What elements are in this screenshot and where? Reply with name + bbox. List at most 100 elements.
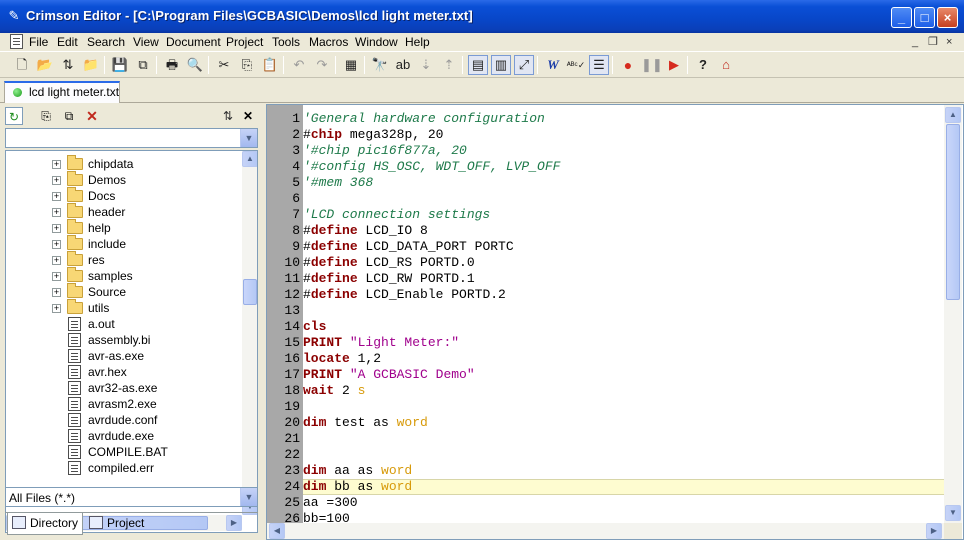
- menu-project[interactable]: Project: [226, 34, 263, 50]
- minimize-button[interactable]: _: [891, 7, 912, 28]
- word-wrap-icon[interactable]: ▥: [491, 55, 511, 75]
- code-line[interactable]: PRINT "Light Meter:": [303, 335, 944, 351]
- code-line[interactable]: #define LCD_RS PORTD.0: [303, 255, 944, 271]
- tree-folder-item[interactable]: + Demos: [6, 171, 240, 188]
- refresh-icon[interactable]: ↻: [5, 107, 23, 125]
- code-line[interactable]: aa =300: [303, 495, 944, 511]
- tree-file-item[interactable]: COMPILE.BAT: [6, 444, 240, 460]
- close-button[interactable]: ×: [937, 7, 958, 28]
- tree-vertical-scrollbar[interactable]: ▲ ▼: [242, 151, 257, 515]
- paste-icon[interactable]: 📋: [260, 55, 280, 75]
- tree-file-item[interactable]: avr-as.exe: [6, 348, 240, 364]
- redo-icon[interactable]: ↷: [312, 55, 332, 75]
- crimson-editor-app-icon[interactable]: ✎: [6, 8, 22, 24]
- scroll-left-icon[interactable]: ◀: [269, 523, 285, 539]
- code-area[interactable]: 1 'General hardware configuration 2 #chip m…: [284, 107, 944, 526]
- tree-folder-item[interactable]: + include: [6, 235, 240, 252]
- word-spelling-icon[interactable]: W: [543, 55, 563, 75]
- expand-icon[interactable]: +: [52, 224, 61, 233]
- code-line[interactable]: #define LCD_IO 8: [303, 223, 944, 239]
- tab-directory[interactable]: Directory: [7, 513, 83, 535]
- editor-horizontal-scrollbar[interactable]: ◀ ▶: [267, 523, 944, 539]
- code-line[interactable]: [303, 399, 944, 415]
- expand-icon[interactable]: +: [52, 256, 61, 265]
- expand-icon[interactable]: +: [52, 160, 61, 169]
- undo-icon[interactable]: ↶: [289, 55, 309, 75]
- scroll-thumb[interactable]: [243, 279, 257, 305]
- code-line[interactable]: PRINT "A GCBASIC Demo": [303, 367, 944, 383]
- copy-file-icon[interactable]: ⎘: [37, 107, 55, 125]
- code-line[interactable]: '#mem 368: [303, 175, 944, 191]
- menu-file[interactable]: File: [29, 34, 48, 50]
- code-line[interactable]: #define LCD_Enable PORTD.2: [303, 287, 944, 303]
- save-all-icon[interactable]: ⧉: [133, 55, 153, 75]
- document-icon[interactable]: [10, 34, 23, 49]
- find-replace-icon[interactable]: ab: [393, 55, 413, 75]
- chevron-down-icon[interactable]: ▼: [240, 129, 257, 147]
- tree-folder-item[interactable]: + Source: [6, 283, 240, 300]
- title-bar[interactable]: ✎ Crimson Editor - [C:\Program Files\GCB…: [0, 0, 964, 33]
- drive-selector[interactable]: ▼: [5, 128, 258, 148]
- tree-file-item[interactable]: assembly.bi: [6, 332, 240, 348]
- chevron-down-icon[interactable]: ▼: [240, 488, 257, 506]
- tab-lcd-light-meter[interactable]: lcd light meter.txt: [4, 81, 120, 103]
- menu-help[interactable]: Help: [405, 34, 430, 50]
- expand-icon[interactable]: +: [52, 176, 61, 185]
- view-whitespace-icon[interactable]: ⤢: [514, 55, 534, 75]
- editor-vertical-scrollbar[interactable]: ▲ ▼: [944, 105, 962, 523]
- menu-edit[interactable]: Edit: [57, 34, 78, 50]
- tab-project[interactable]: Project: [85, 513, 155, 535]
- mdi-close-button[interactable]: ×: [946, 35, 952, 49]
- open-project-icon[interactable]: 📁: [81, 55, 101, 75]
- expand-icon[interactable]: +: [52, 288, 61, 297]
- menu-tools[interactable]: Tools: [272, 34, 300, 50]
- file-filter-select[interactable]: All Files (*.*) ▼: [5, 487, 258, 507]
- line-numbers-icon[interactable]: ☰: [589, 55, 609, 75]
- expand-icon[interactable]: +: [52, 192, 61, 201]
- tree-file-item[interactable]: avr32-as.exe: [6, 380, 240, 396]
- delete-file-icon[interactable]: ✕: [83, 107, 101, 125]
- home-icon[interactable]: ⌂: [716, 55, 736, 75]
- code-line[interactable]: 'LCD connection settings: [303, 207, 944, 223]
- maximize-button[interactable]: □: [914, 7, 935, 28]
- copy-icon[interactable]: ⎘: [237, 55, 257, 75]
- spell-check-icon[interactable]: ᴬᴮᶜ✓: [566, 55, 586, 75]
- tree-file-item[interactable]: avrdude.exe: [6, 428, 240, 444]
- code-line[interactable]: [303, 303, 944, 319]
- code-editor[interactable]: 1 'General hardware configuration 2 #chip m…: [266, 104, 964, 540]
- print-preview-icon[interactable]: 🔍: [185, 55, 205, 75]
- sync-icon[interactable]: ⇅: [219, 107, 237, 125]
- code-line[interactable]: [303, 447, 944, 463]
- code-line[interactable]: wait 2 s: [303, 383, 944, 399]
- current-code-line[interactable]: dim bb as word: [303, 479, 944, 495]
- directory-tree[interactable]: + chipdata + Demos + Docs + header + help + include…: [5, 150, 258, 533]
- find-icon[interactable]: 🔭: [370, 55, 390, 75]
- code-line[interactable]: #define LCD_RW PORTD.1: [303, 271, 944, 287]
- print-icon[interactable]: 🖶: [162, 55, 182, 75]
- expand-icon[interactable]: +: [52, 208, 61, 217]
- scroll-right-icon[interactable]: ▶: [926, 523, 942, 539]
- tree-file-item[interactable]: avrdude.conf: [6, 412, 240, 428]
- tree-file-item[interactable]: avr.hex: [6, 364, 240, 380]
- tree-file-item[interactable]: compiled.err: [6, 460, 240, 476]
- open-remote-icon[interactable]: ⇅: [58, 55, 78, 75]
- menu-view[interactable]: View: [133, 34, 159, 50]
- find-previous-icon[interactable]: ⇡: [439, 55, 459, 75]
- code-line[interactable]: 'General hardware configuration: [303, 111, 944, 127]
- tree-folder-item[interactable]: + chipdata: [6, 155, 240, 172]
- menu-window[interactable]: Window: [355, 34, 398, 50]
- move-file-icon[interactable]: ⧉: [60, 107, 78, 125]
- code-line[interactable]: [303, 431, 944, 447]
- pause-macro-icon[interactable]: ❚❚: [641, 55, 663, 75]
- code-line[interactable]: dim aa as word: [303, 463, 944, 479]
- menu-macros[interactable]: Macros: [309, 34, 348, 50]
- expand-icon[interactable]: +: [52, 272, 61, 281]
- column-mode-icon[interactable]: ▤: [468, 55, 488, 75]
- expand-icon[interactable]: +: [52, 304, 61, 313]
- scroll-up-icon[interactable]: ▲: [945, 107, 961, 123]
- code-line[interactable]: '#chip pic16f877a, 20: [303, 143, 944, 159]
- insert-column-icon[interactable]: ▦: [341, 55, 361, 75]
- code-line[interactable]: #chip mega328p, 20: [303, 127, 944, 143]
- code-line[interactable]: [303, 191, 944, 207]
- scroll-up-icon[interactable]: ▲: [242, 151, 257, 167]
